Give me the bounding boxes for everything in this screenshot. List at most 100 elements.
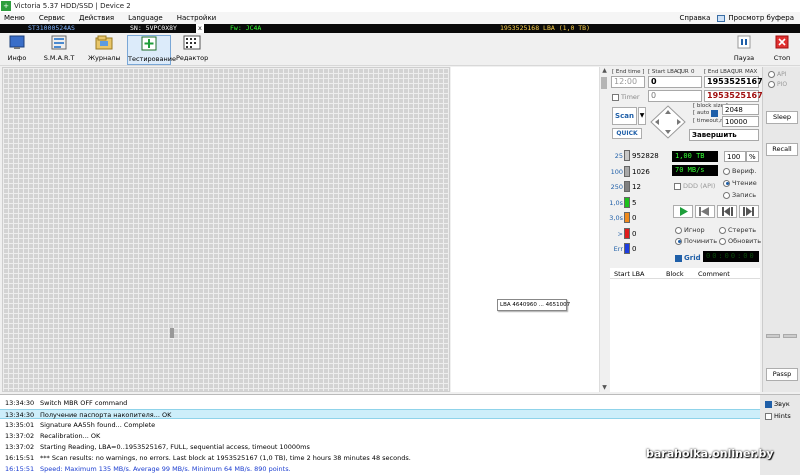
lba-tooltip: LBA 4640960 ... 4651007 <box>497 299 570 311</box>
pio-radio[interactable]: PIO <box>768 81 787 88</box>
buffer-view-button[interactable]: Просмотр буфера <box>717 14 800 22</box>
stop-button[interactable]: Стоп <box>770 35 794 65</box>
scroll-up-icon[interactable]: ▲ <box>600 67 609 75</box>
log-row[interactable]: 13:35:01 Signature AA55h found... Complet… <box>0 420 760 430</box>
start-zero-label[interactable]: 0 <box>691 69 695 75</box>
smart-button[interactable]: S.M.A.R.T <box>42 35 76 65</box>
title-bar: + Victoria 5.37 HDD/SSD | Device 2 <box>0 0 800 12</box>
scan-grid <box>2 67 450 392</box>
write-radio[interactable]: Запись <box>723 191 756 199</box>
sleep-button[interactable]: Sleep <box>766 111 798 124</box>
skip-back-icon <box>722 207 733 216</box>
end-time-input[interactable]: 12:00 <box>611 76 645 88</box>
auto-checkbox[interactable] <box>711 110 718 117</box>
grid-checkbox[interactable]: Grid <box>675 254 701 262</box>
drive-firmware: Fw: JC4A <box>230 24 262 32</box>
stats-row-color-icon <box>624 181 630 192</box>
menu-service[interactable]: Сервис <box>32 14 72 22</box>
skip-end-button[interactable] <box>739 205 759 218</box>
stats-row-color-icon <box>624 227 630 239</box>
menu-settings[interactable]: Настройки <box>170 14 224 22</box>
log-row[interactable]: 13:34:30 Switch MBR OFF command <box>0 398 760 408</box>
skip-back-button[interactable] <box>717 205 737 218</box>
stats-row-threshold: 25 <box>614 152 623 160</box>
grid-scrollbar[interactable]: ▲ ▼ <box>599 67 608 392</box>
stats-row-color-icon <box>624 212 630 223</box>
drive-model: ST31000524AS <box>28 24 75 32</box>
stats-row-threshold: 3,0s <box>609 214 623 222</box>
app-icon: + <box>1 1 11 11</box>
passp-button[interactable]: Passp <box>766 368 798 381</box>
log-row[interactable]: 16:15:51 Speed: Maximum 135 MB/s. Average… <box>0 464 760 474</box>
col-comment: Comment <box>698 270 730 278</box>
info-button[interactable]: Инфо <box>4 35 30 65</box>
menu-main[interactable]: Меню <box>0 14 32 22</box>
start-lba-input[interactable]: 0 <box>648 76 702 88</box>
disk-size-display: 1,00 TB <box>672 151 718 162</box>
percent-display: 100 <box>724 151 746 162</box>
menu-bar: Меню Сервис Действия Language Настройки … <box>0 12 800 24</box>
stats-row-count: 1026 <box>632 167 650 176</box>
current-lba-value: 1953525167 <box>704 90 763 102</box>
hints-checkbox[interactable]: Hints <box>765 412 791 420</box>
end-max-label[interactable]: MAX <box>745 69 757 75</box>
drive-info-bar: ST31000524AS SN: 5VPC0X8Y x Fw: JC4A 195… <box>0 24 800 33</box>
remap-radio[interactable]: Починить <box>675 237 717 245</box>
percent-unit: % <box>746 151 759 162</box>
recall-button[interactable]: Recall <box>766 143 798 156</box>
pause-button[interactable]: Пауза <box>732 35 756 65</box>
direction-pad-icon[interactable] <box>649 104 687 140</box>
menu-actions[interactable]: Действия <box>72 14 121 22</box>
scroll-down-icon[interactable]: ▼ <box>600 384 609 392</box>
timeout-select[interactable]: 10000 <box>722 116 759 127</box>
scan-dropdown-icon[interactable]: ▼ <box>638 107 646 125</box>
test-button[interactable]: Тестирование <box>127 35 176 65</box>
stats-row: >0 <box>609 227 669 240</box>
log-row[interactable]: 13:37:02 Recalibration... OK <box>0 431 760 441</box>
scroll-thumb[interactable] <box>601 77 607 89</box>
stats-row-threshold: 250 <box>610 183 623 191</box>
end-lba-input[interactable]: 1953525167 <box>704 76 763 88</box>
finish-select[interactable]: Завершить <box>689 129 759 141</box>
info-icon <box>9 35 25 49</box>
stats-row: 25 952828 <box>609 150 669 162</box>
log-time: 13:37:02 <box>5 443 35 451</box>
erase-radio[interactable]: Стереть <box>719 226 756 234</box>
scan-button[interactable]: Scan <box>612 107 637 125</box>
slider-left[interactable] <box>766 334 780 338</box>
sound-checkbox[interactable]: Звук <box>765 400 790 408</box>
slider-right[interactable] <box>783 334 797 338</box>
stats-row-count: 0 <box>632 245 637 253</box>
play-button[interactable] <box>673 205 693 218</box>
refresh-radio[interactable]: Обновить <box>719 237 761 245</box>
drive-close-button[interactable]: x <box>196 24 204 33</box>
log-message: Starting Reading, LBA=0..1953525167, FUL… <box>40 443 310 451</box>
pause-icon <box>737 35 751 49</box>
defect-table-body <box>610 279 760 392</box>
start-cur-label[interactable]: CUR <box>677 69 689 75</box>
block-size-select[interactable]: 2048 <box>722 104 759 115</box>
col-start-lba: Start LBA <box>614 270 645 278</box>
logs-button[interactable]: Журналы <box>88 35 121 65</box>
quick-button[interactable]: QUICK <box>612 128 642 139</box>
end-cur-label[interactable]: CUR <box>731 69 743 75</box>
log-row[interactable]: 13:34:30 Получение паспорта накопителя...… <box>0 409 760 419</box>
menu-help[interactable]: Справка <box>673 14 718 22</box>
scan-grid-cells <box>3 68 449 391</box>
timer-checkbox[interactable]: Timer <box>612 93 640 101</box>
stats-row: 1,0s 5 <box>609 196 669 209</box>
stats-row: 250 12 <box>609 181 669 193</box>
log-time: 13:37:02 <box>5 432 35 440</box>
read-radio[interactable]: Чтение <box>723 179 757 187</box>
drive-capacity: 1953525168 LBA (1,0 TB) <box>500 24 591 32</box>
verify-radio[interactable]: Вериф. <box>723 167 756 175</box>
play-icon <box>680 207 688 216</box>
stats-row-threshold: 100 <box>610 167 623 176</box>
rewind-button[interactable] <box>695 205 715 218</box>
ignore-radio[interactable]: Игнор <box>675 226 705 234</box>
menu-language[interactable]: Language <box>121 14 170 22</box>
editor-button[interactable]: Редактор <box>176 35 208 65</box>
api-radio[interactable]: API <box>768 71 787 78</box>
stats-row: 3,0s 0 <box>609 212 669 224</box>
ddd-api-checkbox[interactable]: DDD (API) <box>674 182 715 190</box>
